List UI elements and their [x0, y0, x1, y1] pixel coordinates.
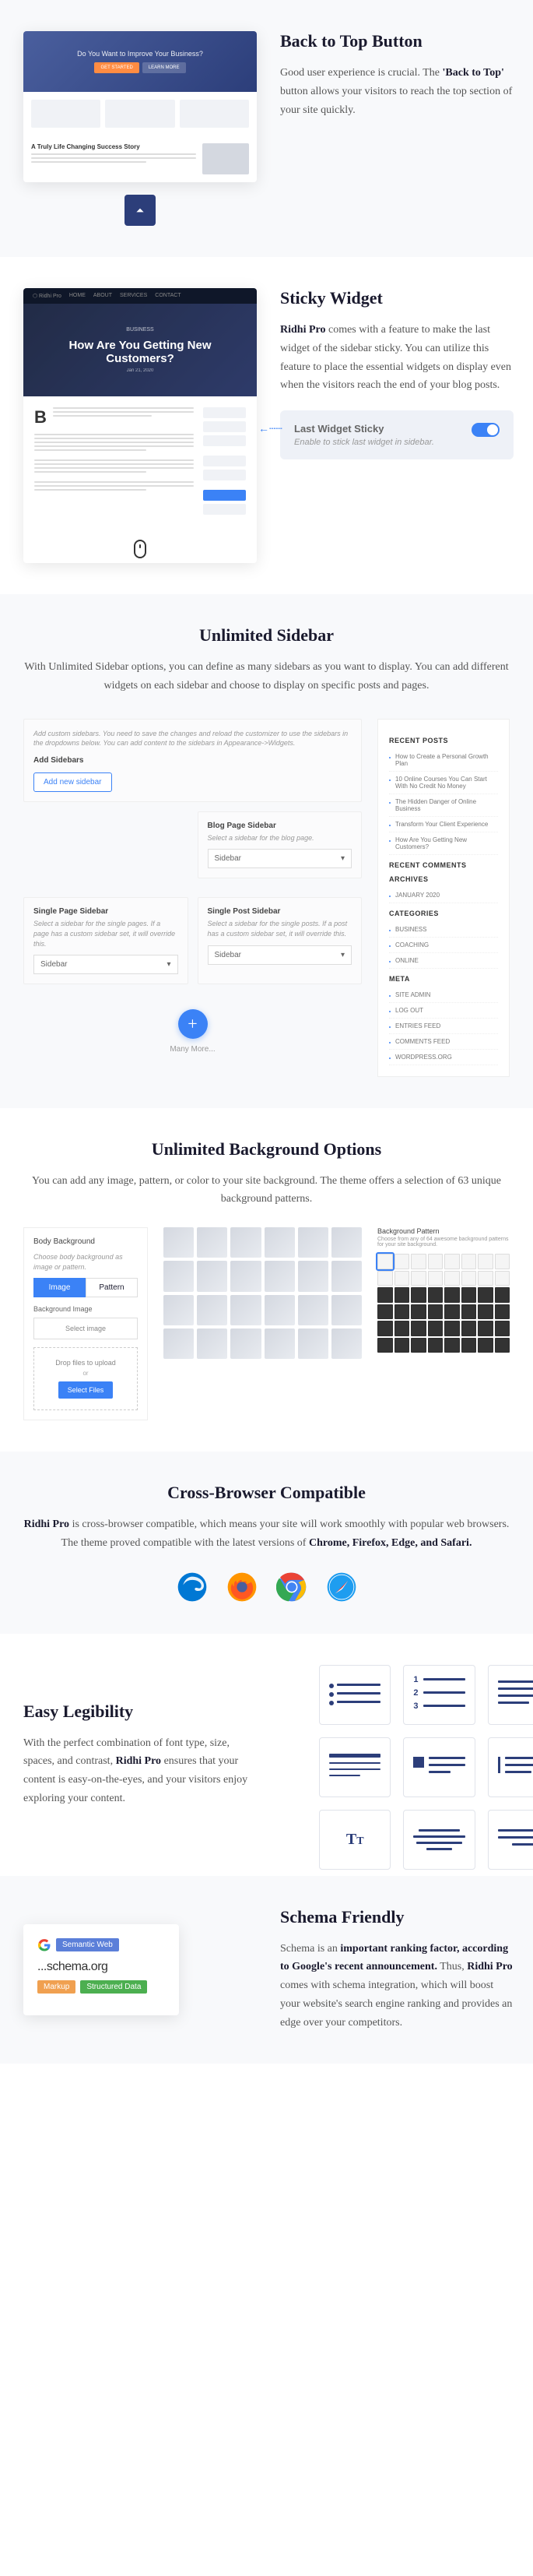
section-unlimited-sidebar: Unlimited Sidebar With Unlimited Sidebar…	[0, 594, 533, 1108]
list-item: LOG OUT	[389, 1003, 498, 1019]
badge-markup: Markup	[37, 1980, 75, 1994]
sticky-option-label: Last Widget Sticky	[294, 423, 434, 435]
list-item: 10 Online Courses You Can Start With No …	[389, 772, 498, 794]
single-post-sidebar-card: Single Post Sidebar Select a sidebar for…	[198, 897, 363, 984]
list-item: How Are You Getting New Customers?	[389, 832, 498, 855]
list-item: JANUARY 2020	[389, 888, 498, 903]
blog-page-sidebar-card: Blog Page Sidebar Select a sidebar for t…	[198, 811, 363, 879]
schema-desc: Schema is an important ranking factor, a…	[280, 1940, 514, 2032]
single-post-select[interactable]: Sidebar▾	[208, 945, 352, 965]
cross-browser-title: Cross-Browser Compatible	[23, 1483, 510, 1503]
sticky-toggle[interactable]	[472, 423, 500, 437]
sticky-option-desc: Enable to stick last widget in sidebar.	[294, 438, 434, 447]
list-item: COMMENTS FEED	[389, 1034, 498, 1050]
schema-card: Semantic Web ...schema.org Markup Struct…	[23, 1924, 179, 2015]
badge-structured-data: Structured Data	[80, 1980, 147, 1994]
section-schema: Semantic Web ...schema.org Markup Struct…	[0, 1876, 533, 2064]
back-to-top-preview: Do You Want to Improve Your Business? GE…	[23, 31, 257, 226]
schema-text: ...schema.org	[37, 1960, 165, 1974]
bg-options-desc: You can add any image, pattern, or color…	[23, 1172, 510, 1209]
bg-options-title: Unlimited Background Options	[23, 1139, 510, 1160]
swatch-panel: Background Pattern Choose from any of 64…	[377, 1227, 510, 1353]
blog-page-select[interactable]: Sidebar▾	[208, 849, 352, 868]
drop-zone[interactable]: Drop files to upload or Select Files	[33, 1347, 138, 1410]
sticky-widget-title: Sticky Widget	[280, 288, 514, 308]
legibility-desc: With the perfect combination of font typ…	[23, 1734, 257, 1808]
list-item: WORDPRESS.ORG	[389, 1050, 498, 1065]
single-page-select[interactable]: Sidebar▾	[33, 955, 178, 974]
back-to-top-title: Back to Top Button	[280, 31, 514, 51]
list-item: The Hidden Danger of Online Business	[389, 794, 498, 817]
unlimited-sidebar-desc: With Unlimited Sidebar options, you can …	[23, 658, 510, 695]
add-sidebar-button[interactable]: Add new sidebar	[33, 772, 112, 792]
back-to-top-button[interactable]	[124, 195, 156, 226]
add-sidebar-card: Add custom sidebars. You need to save th…	[23, 719, 362, 802]
arrow-icon: ←┄┄	[258, 423, 282, 436]
select-image-button[interactable]: Select image	[33, 1318, 138, 1339]
sticky-widget-option-card: ←┄┄ Last Widget Sticky Enable to stick l…	[280, 410, 514, 459]
list-item: SITE ADMIN	[389, 987, 498, 1003]
tab-image[interactable]: Image	[33, 1278, 86, 1297]
bg-panel: Body Background Choose body background a…	[23, 1227, 148, 1420]
scroll-icon	[134, 540, 146, 558]
section-bg-options: Unlimited Background Options You can add…	[0, 1108, 533, 1452]
list-item: BUSINESS	[389, 922, 498, 938]
list-item: ONLINE	[389, 953, 498, 969]
cross-browser-desc: Ridhi Pro is cross-browser compatible, w…	[23, 1515, 510, 1553]
chrome-icon	[276, 1571, 307, 1603]
section-sticky-widget: ⬡ Ridhi ProHOMEABOUTSERVICESCONTACT BUSI…	[0, 257, 533, 594]
badge-semantic-web: Semantic Web	[56, 1938, 119, 1951]
single-page-sidebar-card: Single Page Sidebar Select a sidebar for…	[23, 897, 188, 984]
select-files-button[interactable]: Select Files	[58, 1381, 114, 1399]
legibility-title: Easy Legibility	[23, 1701, 257, 1722]
safari-icon	[326, 1571, 357, 1603]
google-icon	[37, 1938, 51, 1952]
list-item: ENTRIES FEED	[389, 1019, 498, 1034]
chevron-down-icon: ▾	[341, 854, 345, 863]
unlimited-sidebar-title: Unlimited Sidebar	[23, 625, 510, 646]
list-item: How to Create a Personal Growth Plan	[389, 749, 498, 772]
chevron-up-icon	[135, 205, 146, 216]
list-item: Transform Your Client Experience	[389, 817, 498, 832]
section-back-to-top: Do You Want to Improve Your Business? GE…	[0, 0, 533, 257]
section-legibility: Easy Legibility With the perfect combina…	[0, 1634, 533, 1876]
list-item: COACHING	[389, 938, 498, 953]
back-to-top-desc: Good user experience is crucial. The 'Ba…	[280, 64, 514, 119]
thumb-grid	[163, 1227, 362, 1359]
schema-title: Schema Friendly	[280, 1907, 514, 1927]
legibility-grid: 123 TT	[319, 1665, 514, 1845]
firefox-icon	[226, 1571, 258, 1603]
widget-list-preview: RECENT POSTS How to Create a Personal Gr…	[377, 719, 510, 1077]
sticky-widget-desc: Ridhi Pro comes with a feature to make t…	[280, 321, 514, 395]
sticky-widget-preview: ⬡ Ridhi ProHOMEABOUTSERVICESCONTACT BUSI…	[23, 288, 257, 563]
plus-icon: +	[178, 1009, 208, 1039]
tab-pattern[interactable]: Pattern	[86, 1278, 138, 1297]
chevron-down-icon: ▾	[167, 960, 170, 969]
edge-icon	[177, 1571, 208, 1603]
chevron-down-icon: ▾	[341, 951, 345, 959]
section-cross-browser: Cross-Browser Compatible Ridhi Pro is cr…	[0, 1452, 533, 1634]
many-more: + Many More...	[23, 1009, 362, 1054]
